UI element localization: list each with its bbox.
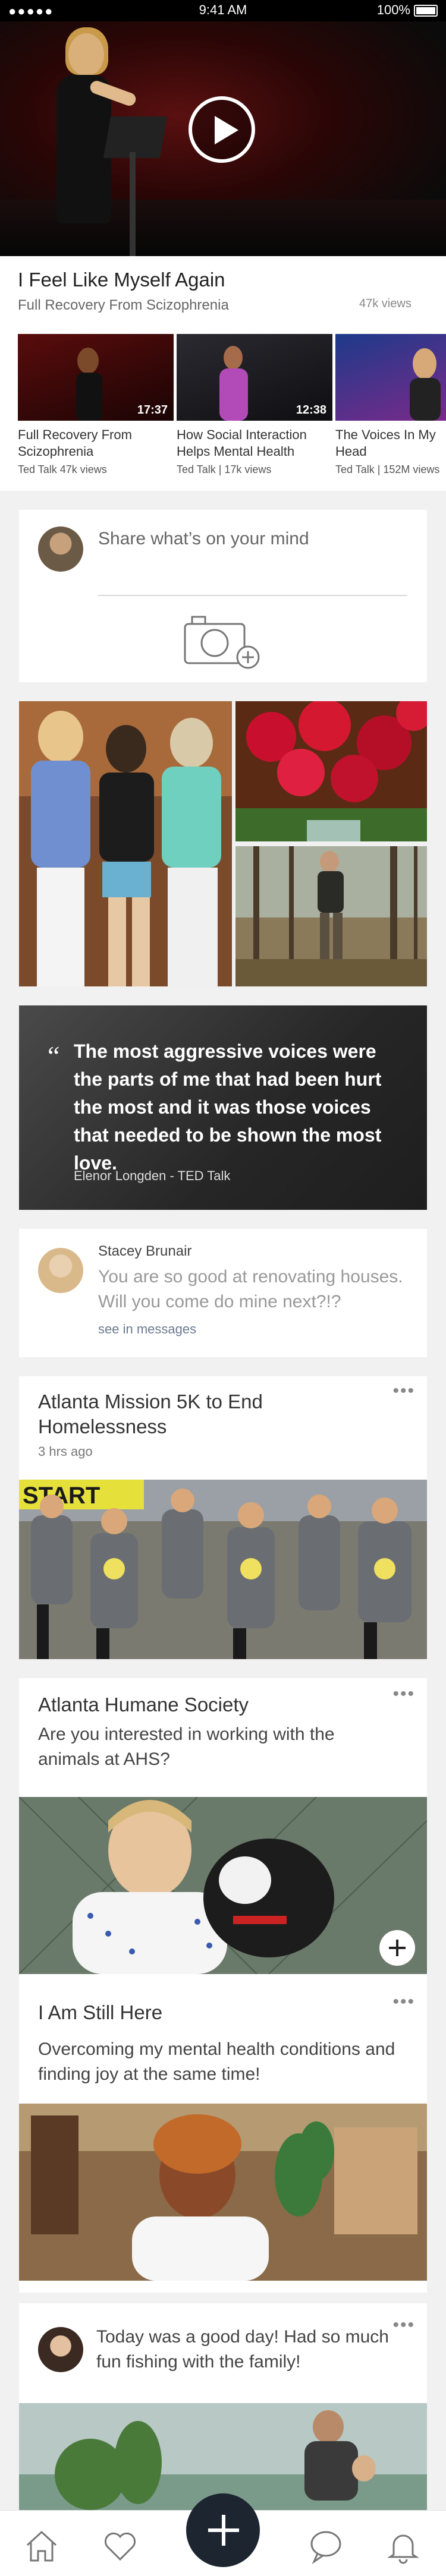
video-title[interactable]: How Social Interaction Helps Mental Heal… xyxy=(177,427,332,460)
quote-mark: “ xyxy=(48,1041,60,1071)
video-thumbnail[interactable]: 17:37 xyxy=(18,334,174,421)
race-photo[interactable]: START xyxy=(19,1480,427,1659)
smiling-woman-photo[interactable] xyxy=(19,2104,427,2281)
message-text: You are so good at renovating houses. Wi… xyxy=(98,1267,403,1311)
video-duration: 12:38 xyxy=(296,403,326,417)
post-title[interactable]: Atlanta Humane Society xyxy=(38,1692,249,1717)
message-card[interactable]: Stacey Brunair You are so good at renova… xyxy=(19,1229,427,1357)
video-duration: 17:37 xyxy=(137,403,168,417)
video-meta: Ted Talk | 17k views xyxy=(177,464,272,475)
featured-subtitle: Full Recovery From Scizophrenia xyxy=(18,297,229,313)
podium-stand xyxy=(130,152,136,256)
post-title[interactable]: I Am Still Here xyxy=(38,2000,162,2025)
quote-text: The most aggressive voices were the part… xyxy=(74,1041,382,1174)
chat-bubble-icon[interactable] xyxy=(308,2528,344,2564)
post-composer: Share what’s on your mind xyxy=(19,510,427,682)
composer-divider xyxy=(98,595,407,596)
more-options-icon[interactable]: ••• xyxy=(392,1992,415,2012)
battery-icon xyxy=(414,5,438,17)
battery-percent: 100% xyxy=(376,2,410,17)
video-meta: Ted Talk | 152M views xyxy=(335,464,440,475)
camera-add-icon[interactable] xyxy=(183,612,263,669)
speaker-dress xyxy=(56,75,111,223)
play-icon[interactable] xyxy=(189,96,255,163)
home-icon[interactable] xyxy=(24,2528,59,2564)
sender-name[interactable]: Stacey Brunair xyxy=(98,1243,191,1260)
roses-photo[interactable] xyxy=(235,701,427,841)
plus-icon[interactable] xyxy=(186,2493,260,2567)
post-timestamp: 3 hrs ago xyxy=(38,1444,93,1459)
thumbnail-image xyxy=(410,348,441,421)
quote-attribution: Elenor Longden - TED Talk xyxy=(74,1168,231,1183)
video-title[interactable]: Full Recovery From Scizophrenia xyxy=(18,427,174,460)
post-card: Atlanta Humane Society ••• Are you inter… xyxy=(19,1678,427,1987)
group-photo[interactable] xyxy=(19,701,232,986)
post-title[interactable]: Atlanta Mission 5K to End Homelessness xyxy=(38,1389,371,1439)
more-options-icon[interactable]: ••• xyxy=(392,1381,415,1401)
featured-video-player[interactable] xyxy=(0,21,446,256)
gardening-photo[interactable] xyxy=(235,846,427,986)
post-body: Are you interested in working with the a… xyxy=(38,1724,335,1769)
author-avatar[interactable] xyxy=(38,2327,83,2372)
speaker-head xyxy=(68,33,104,76)
add-icon[interactable] xyxy=(379,1930,415,1966)
heart-icon[interactable] xyxy=(102,2528,138,2564)
video-thumbnail[interactable] xyxy=(335,334,446,421)
battery-indicator: 100% xyxy=(377,2,438,18)
more-options-icon[interactable]: ••• xyxy=(392,1684,415,1704)
post-card: Atlanta Mission 5K to End Homelessness 3… xyxy=(19,1376,427,1659)
post-body: Overcoming my mental health conditions a… xyxy=(38,2039,395,2084)
composer-input[interactable]: Share what’s on your mind xyxy=(98,529,407,565)
user-avatar[interactable] xyxy=(38,526,83,572)
video-title[interactable]: The Voices In My Head xyxy=(335,427,446,460)
quote-card[interactable]: “ The most aggressive voices were the pa… xyxy=(19,1005,427,1210)
featured-title[interactable]: I Feel Like Myself Again xyxy=(18,269,225,291)
bell-icon[interactable] xyxy=(385,2528,421,2564)
post-body: Today was a good day! Had so much fun fi… xyxy=(96,2327,389,2372)
post-card: I Am Still Here ••• Overcoming my mental… xyxy=(19,1985,427,2293)
see-in-messages-link[interactable]: see in messages xyxy=(98,1322,196,1337)
featured-views: 47k views xyxy=(359,297,412,310)
video-meta: Ted Talk 47k views xyxy=(18,464,107,475)
woman-with-dog-photo[interactable] xyxy=(19,1797,427,1974)
video-thumbnail[interactable]: 12:38 xyxy=(177,334,332,421)
status-bar: ●●●●● 9:41 AM 100% xyxy=(0,0,446,21)
sender-avatar[interactable] xyxy=(38,1248,83,1293)
